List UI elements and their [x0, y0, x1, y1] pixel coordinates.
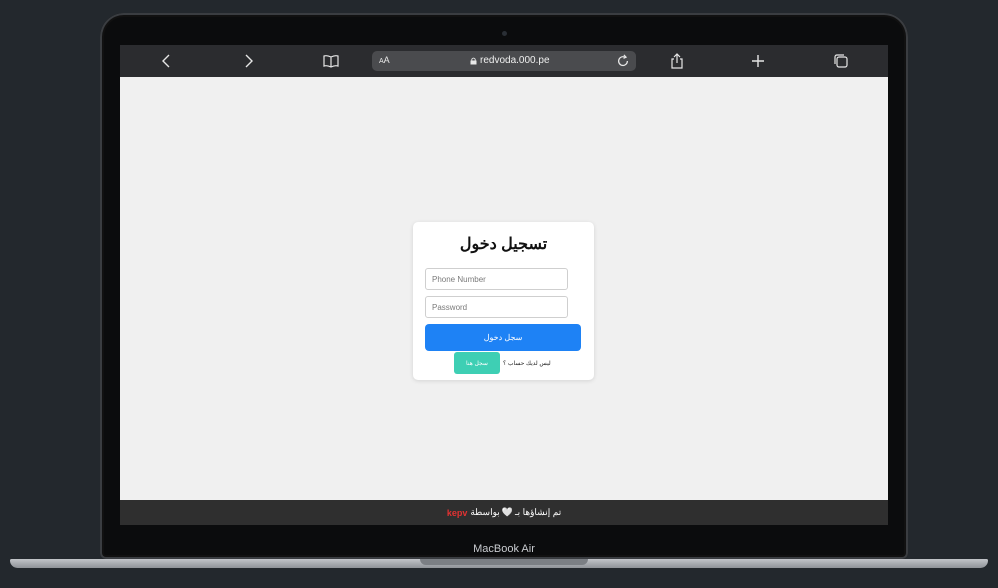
bookmarks-button[interactable]: [320, 51, 342, 71]
no-account-text: ليس لديك حساب ؟: [503, 360, 551, 367]
back-button[interactable]: [156, 51, 178, 71]
address-bar[interactable]: AA redvoda.000.pe: [372, 51, 636, 71]
book-icon: [323, 55, 339, 68]
forward-button[interactable]: [237, 51, 259, 71]
device-label: MacBook Air: [473, 543, 535, 555]
chevron-left-icon: [162, 54, 170, 68]
chevron-right-icon: [245, 54, 253, 68]
web-page: تسجيل دخول سجل دخول سجل هنا ليس لديك حسا…: [120, 77, 888, 500]
phone-number-input[interactable]: [425, 268, 568, 290]
login-title: تسجيل دخول: [459, 236, 548, 253]
url-display[interactable]: redvoda.000.pe: [470, 55, 550, 66]
tabs-overview-button[interactable]: [830, 51, 852, 71]
lock-icon: [470, 57, 477, 64]
page-footer: تم إنشاؤها بـ 🤍 بواسطة kepv: [120, 500, 888, 525]
text-size-button[interactable]: AA: [379, 55, 390, 65]
heart-icon: 🤍: [501, 507, 513, 517]
share-icon: [671, 53, 683, 69]
login-card: تسجيل دخول سجل دخول سجل هنا ليس لديك حسا…: [413, 222, 594, 380]
login-button[interactable]: سجل دخول: [425, 324, 581, 351]
plus-icon: [752, 55, 764, 67]
reload-icon[interactable]: [616, 54, 630, 68]
camera-icon: [502, 31, 507, 36]
footer-made-with-text: تم إنشاؤها بـ: [514, 507, 562, 517]
new-tab-button[interactable]: [747, 51, 769, 71]
browser-screen: AA redvoda.000.pe تسجيل دخول سجل دخول سج…: [120, 45, 888, 525]
password-input[interactable]: [425, 296, 568, 318]
share-button[interactable]: [666, 51, 688, 71]
signup-row: سجل هنا ليس لديك حساب ؟: [454, 352, 551, 374]
footer-by-text: بواسطة: [470, 507, 500, 517]
url-text: redvoda.000.pe: [480, 55, 550, 66]
signup-button[interactable]: سجل هنا: [454, 352, 500, 374]
tabs-icon: [834, 54, 848, 68]
footer-brand: kepv: [446, 507, 468, 518]
browser-toolbar: AA redvoda.000.pe: [120, 45, 888, 77]
laptop-notch: [420, 559, 588, 565]
